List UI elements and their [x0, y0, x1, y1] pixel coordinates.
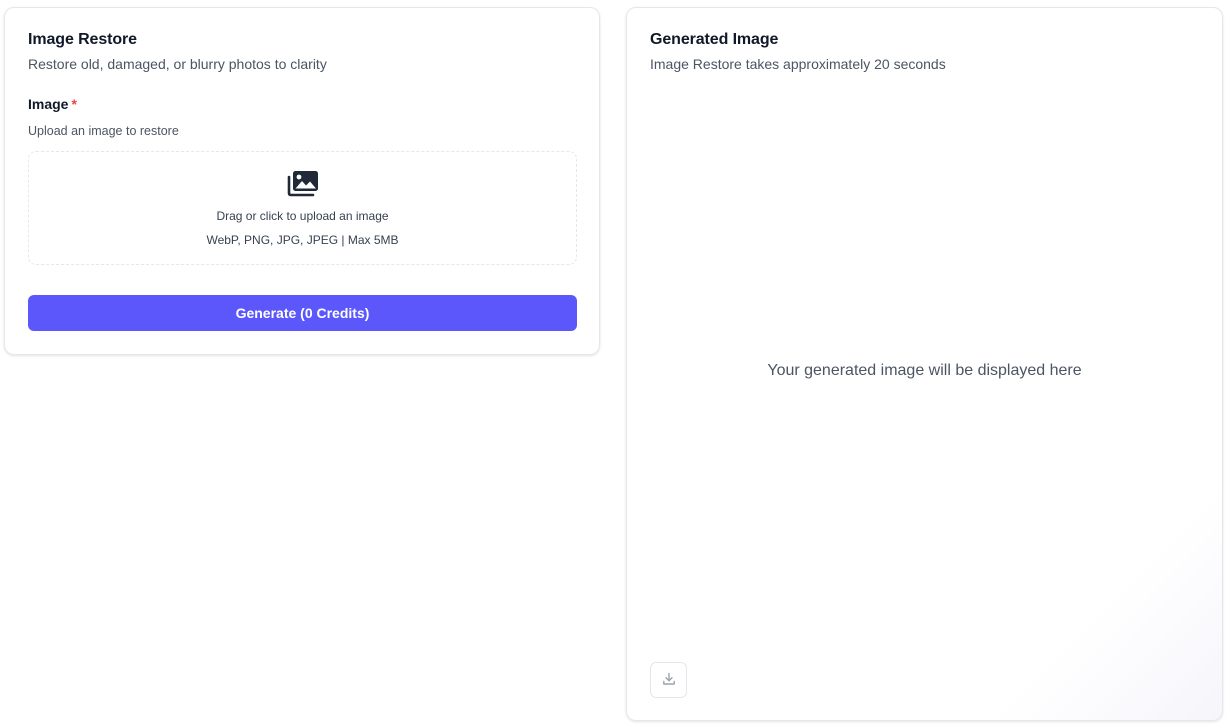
generated-image-panel: Generated Image Image Restore takes appr… [626, 7, 1223, 721]
image-upload-dropzone[interactable]: Drag or click to upload an image WebP, P… [28, 151, 577, 265]
image-restore-panel: Image Restore Restore old, damaged, or b… [4, 7, 600, 355]
image-field-label-text: Image [28, 96, 69, 112]
panel-subtitle: Image Restore takes approximately 20 sec… [650, 56, 946, 72]
download-icon [662, 672, 676, 689]
dropzone-formats: WebP, PNG, JPG, JPEG | Max 5MB [206, 233, 399, 247]
download-button[interactable] [650, 662, 687, 698]
panel-title: Generated Image [650, 31, 779, 48]
panel-title: Image Restore [28, 31, 137, 48]
panel-subtitle: Restore old, damaged, or blurry photos t… [28, 56, 327, 72]
image-field-hint: Upload an image to restore [28, 124, 179, 138]
image-restore-page: Image Restore Restore old, damaged, or b… [0, 0, 1229, 726]
image-stack-icon [286, 169, 320, 197]
generated-image-placeholder: Your generated image will be displayed h… [767, 362, 1082, 379]
image-field-label: Image * [28, 96, 77, 112]
dropzone-instruction: Drag or click to upload an image [216, 209, 389, 223]
required-mark: * [71, 96, 77, 112]
generate-button[interactable]: Generate (0 Credits) [28, 295, 577, 331]
